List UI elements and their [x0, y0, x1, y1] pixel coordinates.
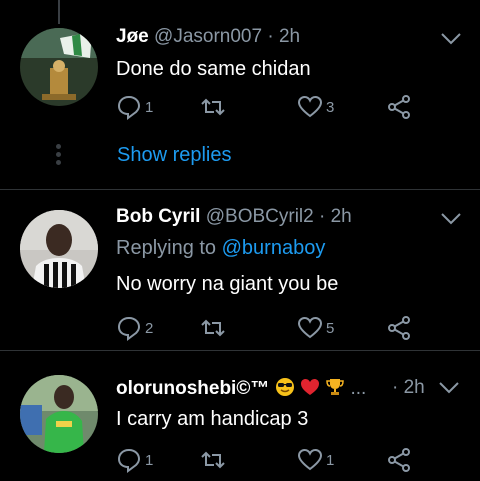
retweet-button[interactable]: [200, 93, 226, 121]
trophy-emoji-icon: [326, 379, 344, 395]
heart-icon: [297, 448, 323, 471]
retweet-button[interactable]: [200, 314, 226, 342]
display-name[interactable]: Bob Cyril: [116, 206, 200, 227]
handle[interactable]: @BOBCyril2: [206, 206, 314, 227]
reply-count: 2: [145, 319, 154, 337]
name-emojis: [275, 378, 351, 399]
handle[interactable]: @Jasorn007: [154, 26, 262, 47]
avatar-image: [20, 210, 98, 288]
display-name[interactable]: olorunoshebi©™: [116, 378, 269, 399]
avatar[interactable]: [20, 210, 98, 288]
share-icon: [388, 316, 410, 340]
sunglasses-emoji-icon: [275, 378, 294, 396]
like-count: 3: [326, 98, 335, 116]
retweet-button[interactable]: [200, 446, 226, 474]
avatar-image: [20, 375, 98, 453]
reply-button[interactable]: 2: [116, 314, 153, 342]
avatar-image: [20, 28, 98, 106]
share-button[interactable]: [386, 446, 412, 474]
reply-count: 1: [145, 98, 154, 116]
tweet-text: No worry na giant you be: [116, 273, 339, 295]
tweet-header: olorunoshebi©™ ...: [116, 377, 366, 400]
replying-to: Replying to @burnaboy: [116, 236, 325, 260]
share-icon: [388, 95, 410, 119]
reply-button[interactable]: 1: [116, 93, 153, 121]
like-button[interactable]: 1: [297, 446, 334, 474]
share-button[interactable]: [386, 93, 412, 121]
retweet-icon: [201, 98, 225, 116]
avatar[interactable]: [20, 28, 98, 106]
timestamp[interactable]: · 2h: [319, 206, 352, 227]
chevron-down-icon[interactable]: [440, 212, 462, 226]
avatar[interactable]: [20, 375, 98, 453]
share-button[interactable]: [386, 314, 412, 342]
retweet-icon: [201, 319, 225, 337]
reply-count: 1: [145, 451, 154, 469]
reply-icon: [117, 95, 141, 120]
timestamp[interactable]: · 2h: [267, 26, 300, 47]
tweet-header: Jøe @Jasorn007 · 2h: [116, 26, 300, 48]
replying-to-label: Replying to: [116, 237, 217, 259]
reply-button[interactable]: 1: [116, 446, 153, 474]
chevron-down-icon[interactable]: [438, 381, 460, 395]
reply-icon: [117, 316, 141, 341]
tweet-2[interactable]: Bob Cyril @BOBCyril2 · 2h Replying to @b…: [0, 190, 480, 350]
like-button[interactable]: 5: [297, 314, 334, 342]
show-replies-link[interactable]: Show replies: [117, 144, 232, 167]
tweet-actions: 1 3: [116, 93, 416, 121]
chevron-down-icon[interactable]: [440, 32, 462, 46]
truncation-ellipsis: ...: [350, 378, 367, 399]
tweet-text: Done do same chidan: [116, 58, 311, 80]
timestamp-wrapper: · 2h: [392, 377, 425, 399]
tweet-actions: 1 1: [116, 446, 416, 474]
reply-icon: [117, 448, 141, 473]
tweet-3[interactable]: olorunoshebi©™ ... · 2h I carry am handi…: [0, 351, 480, 481]
tweet-header: Bob Cyril @BOBCyril2 · 2h: [116, 206, 352, 228]
share-icon: [388, 448, 410, 472]
like-button[interactable]: 3: [297, 93, 334, 121]
retweet-icon: [201, 451, 225, 469]
like-count: 5: [326, 319, 335, 337]
heart-icon: [297, 316, 323, 339]
tweet-text: I carry am handicap 3: [116, 408, 309, 430]
like-count: 1: [326, 451, 335, 469]
replying-to-handle[interactable]: @burnaboy: [222, 237, 326, 259]
tweet-1[interactable]: Jøe @Jasorn007 · 2h Done do same chidan …: [0, 0, 480, 189]
red-heart-emoji-icon: [300, 379, 319, 395]
timestamp[interactable]: · 2h: [392, 377, 425, 398]
display-name[interactable]: Jøe: [116, 26, 149, 47]
tweet-actions: 2 5: [116, 314, 416, 342]
heart-icon: [297, 95, 323, 118]
